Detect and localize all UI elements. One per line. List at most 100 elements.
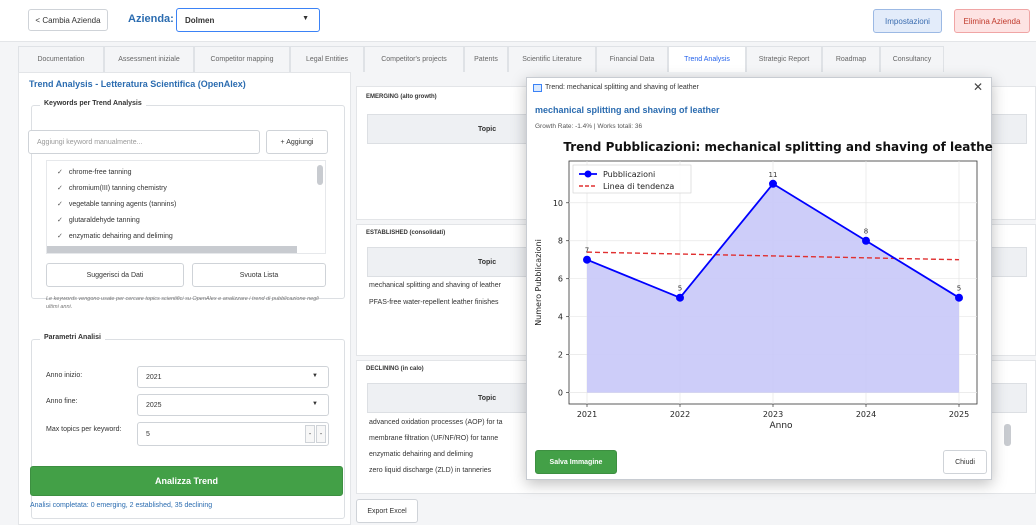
tab-competitor-mapping[interactable]: Competitor mapping <box>194 46 290 72</box>
tab-strategic-report[interactable]: Strategic Report <box>746 46 822 72</box>
tab-scientific-literature[interactable]: Scientific Literature <box>508 46 596 72</box>
table-row[interactable]: mechanical splitting and shaving of leat… <box>369 282 501 289</box>
list-item[interactable]: ✓ enzymatic dehairing and deliming <box>57 232 173 240</box>
emerging-label: EMERGING (alto growth) <box>366 94 437 100</box>
x-tick-label: 2024 <box>856 410 876 419</box>
check-icon: ✓ <box>57 201 63 208</box>
anno-inizio-select[interactable]: 2021 ▼ <box>137 366 329 388</box>
keyword-input[interactable]: Aggiungi keyword manualmente... <box>28 130 260 154</box>
keyword-label: enzymatic dehairing and deliming <box>68 233 173 240</box>
anno-fine-select[interactable]: 2025 ▼ <box>137 394 329 416</box>
chevron-down-icon: ▼ <box>302 15 309 22</box>
chevron-down-icon: ▼ <box>312 373 318 379</box>
keywords-list[interactable]: ✓ chrome-free tanning ✓ chromium(III) tann… <box>46 160 326 254</box>
declining-label: DECLINING (in calo) <box>366 366 424 372</box>
dialog-title: Trend: mechanical splitting and shaving … <box>545 84 699 91</box>
check-icon: ✓ <box>57 233 63 240</box>
x-tick-label: 2021 <box>577 410 597 419</box>
data-label: 5 <box>957 285 961 293</box>
data-point <box>769 179 777 188</box>
params-legend: Parametri Analisi <box>40 334 105 341</box>
tab-assessment-iniziale[interactable]: Assessment iniziale <box>104 46 194 72</box>
max-topics-value: 5 <box>146 431 150 438</box>
check-icon: ✓ <box>57 169 63 176</box>
anno-fine-label: Anno fine: <box>46 398 78 405</box>
y-tick-label: 10 <box>553 199 563 208</box>
y-tick-label: 4 <box>558 313 563 322</box>
keywords-vscrollbar[interactable] <box>317 165 323 185</box>
table-row[interactable]: advanced oxidation processes (AOP) for t… <box>369 419 502 426</box>
svuota-lista-button[interactable]: Svuota Lista <box>192 263 326 287</box>
y-axis-label: Numero Pubblicazioni <box>534 239 543 326</box>
topic-header: Topic <box>478 259 497 266</box>
dialog-heading: mechanical splitting and shaving of leat… <box>535 105 720 115</box>
analizza-trend-button[interactable]: Analizza Trend <box>30 466 343 496</box>
azienda-label: Azienda: <box>128 13 174 25</box>
y-tick-label: 6 <box>558 275 563 284</box>
list-item[interactable]: ✓ chromium(III) tanning chemistry <box>57 184 167 192</box>
impostazioni-button[interactable]: Impostazioni <box>873 9 942 33</box>
check-icon: ✓ <box>57 185 63 192</box>
anno-inizio-value: 2021 <box>146 374 162 381</box>
suggerisci-button[interactable]: Suggerisci da Dati <box>46 263 184 287</box>
established-label: ESTABLISHED (consolidati) <box>366 230 446 236</box>
keyword-label: glutaraldehyde tanning <box>68 217 140 224</box>
keyword-label: chrome-free tanning <box>68 169 132 176</box>
table-row[interactable]: zero liquid discharge (ZLD) in tanneries <box>369 467 491 474</box>
close-icon[interactable]: ✕ <box>973 80 983 94</box>
tab-competitors-projects[interactable]: Competitor's projects <box>364 46 464 72</box>
cambia-azienda-button[interactable]: < Cambia Azienda <box>28 9 108 31</box>
salva-immagine-button[interactable]: Salva Immagine <box>535 450 617 474</box>
chevron-down-icon: ▼ <box>312 401 318 407</box>
max-topics-stepper[interactable]: 5 - - <box>137 422 329 446</box>
tab-patents[interactable]: Patents <box>464 46 508 72</box>
aggiungi-button[interactable]: + Aggiungi <box>266 130 328 154</box>
dialog-meta: Growth Rate: -1.4% | Works totali: 36 <box>535 123 643 130</box>
azienda-value: Dolmen <box>185 16 215 25</box>
tab-financial-data[interactable]: Financial Data <box>596 46 668 72</box>
list-item[interactable]: ✓ chrome-free tanning <box>57 168 132 176</box>
data-label: 5 <box>678 285 682 293</box>
tab-legal-entities[interactable]: Legal Entities <box>290 46 364 72</box>
keyword-label: chromium(III) tanning chemistry <box>68 185 167 192</box>
check-icon: ✓ <box>57 217 63 224</box>
table-row[interactable]: enzymatic dehairing and deliming <box>369 451 473 458</box>
anno-inizio-label: Anno inizio: <box>46 372 83 379</box>
page-title: Trend Analysis - Letteratura Scientifica… <box>29 79 246 89</box>
table-row[interactable]: PFAS-free water-repellent leather finish… <box>369 299 499 306</box>
y-tick-label: 2 <box>558 351 563 360</box>
keywords-hint: Le keywords vengono usate per cercare to… <box>46 296 319 311</box>
chart-title: Trend Pubblicazioni: mechanical splittin… <box>563 140 993 154</box>
y-tick-label: 8 <box>558 237 563 246</box>
top-bar: < Cambia Azienda Azienda: Dolmen ▼ Impos… <box>0 0 1036 42</box>
app-root: < Cambia Azienda Azienda: Dolmen ▼ Impos… <box>0 0 1036 525</box>
tab-documentation[interactable]: Documentation <box>18 46 104 72</box>
topic-header: Topic <box>478 395 497 402</box>
trend-chart-dialog: Trend: mechanical splitting and shaving … <box>526 77 999 480</box>
keyword-label: vegetable tanning agents (tannins) <box>68 201 177 208</box>
list-item[interactable]: ✓ glutaraldehyde tanning <box>57 216 140 224</box>
legend-label-tendenza: Linea di tendenza <box>603 182 674 191</box>
tab-trend-analysis[interactable]: Trend Analysis <box>668 46 746 72</box>
x-tick-label: 2023 <box>763 410 783 419</box>
max-topics-label: Max topics per keyword: <box>46 426 122 433</box>
increment-button[interactable]: - <box>316 425 326 443</box>
chiudi-button[interactable]: Chiudi <box>943 450 987 474</box>
data-point <box>676 293 684 302</box>
tab-consultancy[interactable]: Consultancy <box>880 46 944 72</box>
elimina-azienda-button[interactable]: Elimina Azienda <box>954 9 1030 33</box>
y-tick-label: 0 <box>558 389 563 398</box>
data-label: 11 <box>769 171 778 179</box>
status-text: Analisi completata: 0 emerging, 2 establ… <box>30 502 213 509</box>
keywords-hscrollbar[interactable] <box>47 246 297 253</box>
list-item[interactable]: ✓ vegetable tanning agents (tannins) <box>57 200 176 208</box>
azienda-select[interactable]: Dolmen ▼ <box>176 8 320 32</box>
tab-roadmap[interactable]: Roadmap <box>822 46 880 72</box>
export-excel-button[interactable]: Export Excel <box>356 499 418 523</box>
legend-label-pubblicazioni: Pubblicazioni <box>603 170 655 179</box>
trend-chart: Trend Pubblicazioni: mechanical splittin… <box>527 134 999 444</box>
decrement-button[interactable]: - <box>305 425 315 443</box>
declining-vscrollbar[interactable] <box>1004 424 1011 446</box>
table-row[interactable]: membrane filtration (UF/NF/RO) for tanne <box>369 435 498 442</box>
data-label: 8 <box>864 228 868 236</box>
